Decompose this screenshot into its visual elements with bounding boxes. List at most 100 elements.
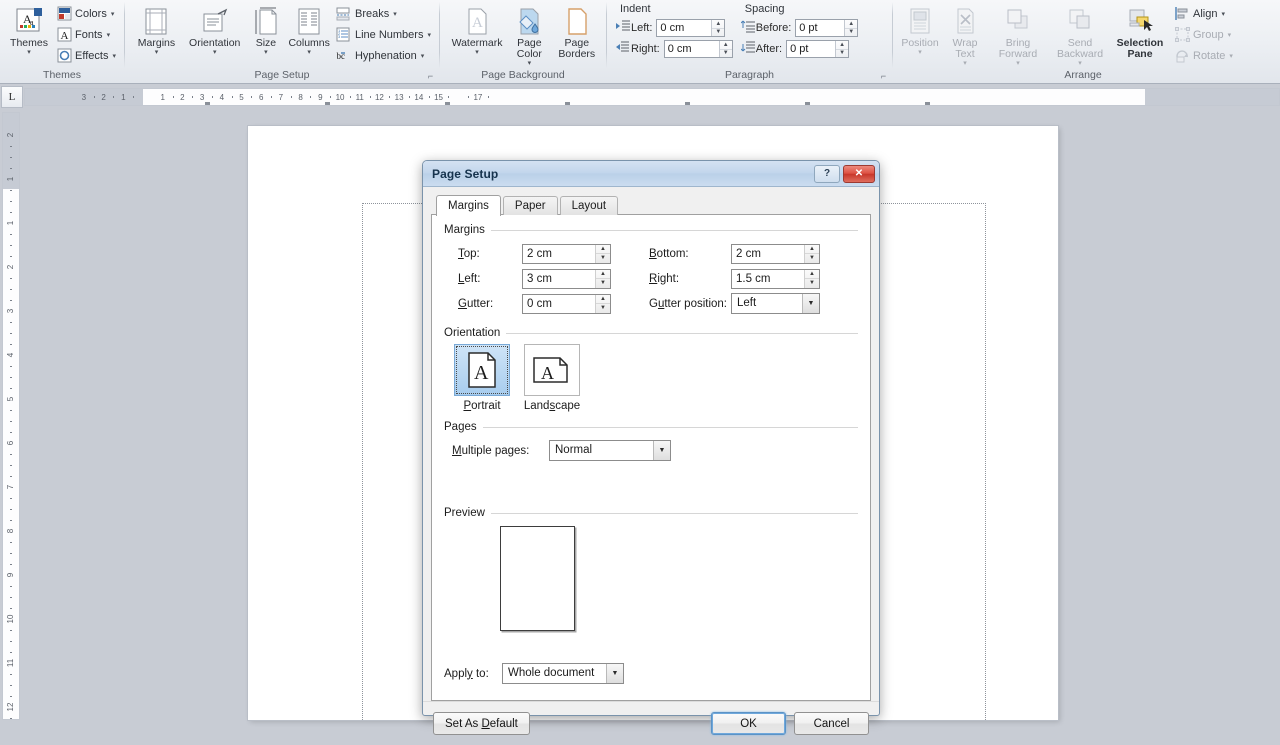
close-button[interactable]: ✕ <box>843 164 875 183</box>
chevron-down-icon[interactable]: ▾ <box>421 52 425 60</box>
indent-left-input[interactable] <box>657 20 712 36</box>
landscape-thumbnail[interactable]: A <box>524 344 580 396</box>
tab-stop-mark[interactable] <box>805 102 810 105</box>
chevron-down-icon[interactable]: ▼ <box>606 664 623 683</box>
multiple-pages-dropdown[interactable]: Normal ▼ <box>549 440 671 461</box>
top-margin-input[interactable] <box>523 244 595 263</box>
columns-button[interactable]: Columns ▾ <box>285 2 333 57</box>
theme-effects-button[interactable]: Effects ▾ <box>53 45 119 66</box>
send-backward-button[interactable]: Send Backward ▾ <box>1049 2 1111 68</box>
tab-paper[interactable]: Paper <box>502 196 558 215</box>
size-button[interactable]: Size ▾ <box>247 2 286 57</box>
chevron-down-icon[interactable]: ▾ <box>427 31 431 39</box>
spacing-after-spin-buttons[interactable]: ▲ ▼ <box>835 41 849 58</box>
position-button[interactable]: Position ▾ <box>897 2 943 57</box>
spin-up-icon[interactable]: ▲ <box>805 245 819 254</box>
right-margin-spinner[interactable]: ▲▼ <box>731 268 820 289</box>
spacing-before-spin-buttons[interactable]: ▲ ▼ <box>844 20 858 37</box>
chevron-down-icon[interactable]: ▾ <box>107 31 111 39</box>
chevron-down-icon[interactable]: ▾ <box>918 49 922 57</box>
spin-down-icon[interactable]: ▼ <box>836 50 848 58</box>
right-margin-input[interactable] <box>732 269 804 288</box>
tab-layout[interactable]: Layout <box>559 196 619 215</box>
tab-stop-mark[interactable] <box>565 102 570 105</box>
set-as-default-button[interactable]: Set As Default <box>433 712 530 735</box>
hyphenation-button[interactable]: bc Hyphenation ▾ <box>333 45 434 66</box>
themes-button[interactable]: A a Themes ▾ <box>5 2 53 57</box>
indent-left-spin-buttons[interactable]: ▲ ▼ <box>711 20 725 37</box>
chevron-down-icon[interactable]: ▾ <box>112 52 116 60</box>
bottom-margin-spinner[interactable]: ▲▼ <box>731 243 820 264</box>
chevron-down-icon[interactable]: ▾ <box>27 49 31 57</box>
chevron-down-icon[interactable]: ▾ <box>1229 52 1233 60</box>
portrait-thumbnail[interactable]: A <box>454 344 510 396</box>
left-margin-spin-buttons[interactable]: ▲ ▼ <box>595 269 610 288</box>
tab-stop-mark[interactable] <box>925 102 930 105</box>
left-margin-input[interactable] <box>523 269 595 288</box>
apply-to-dropdown[interactable]: Whole document ▼ <box>502 663 624 684</box>
chevron-down-icon[interactable]: ▾ <box>963 60 967 68</box>
tab-stop-mark[interactable] <box>685 102 690 105</box>
orientation-landscape-option[interactable]: A Landscape <box>522 344 582 412</box>
tab-stop-mark[interactable] <box>445 102 450 105</box>
horizontal-ruler[interactable]: 3 2 1 1 2 3 4 5 6 7 8 9 10 11 12 13 14 15 17 <box>24 88 1280 106</box>
spin-down-icon[interactable]: ▼ <box>805 279 819 288</box>
line-numbers-button[interactable]: 123 Line Numbers ▾ <box>333 24 434 45</box>
chevron-down-icon[interactable]: ▼ <box>802 294 819 313</box>
wrap-text-button[interactable]: Wrap Text ▾ <box>943 2 987 68</box>
spin-up-icon[interactable]: ▲ <box>712 20 725 29</box>
chevron-down-icon[interactable]: ▾ <box>1016 60 1020 68</box>
spin-up-icon[interactable]: ▲ <box>719 41 732 50</box>
chevron-down-icon[interactable]: ▾ <box>213 49 217 57</box>
vertical-ruler[interactable]: 2 1 1 2 3 4 5 6 7 8 9 10 11 12 <box>2 112 20 720</box>
indent-right-spinner[interactable]: ▲▼ <box>663 40 733 58</box>
spin-up-icon[interactable]: ▲ <box>596 270 610 279</box>
page-color-button[interactable]: Page Color ▾ <box>506 2 552 68</box>
gutter-spin-buttons[interactable]: ▲ ▼ <box>595 294 610 313</box>
top-margin-spinner[interactable]: ▲▼ <box>522 243 611 264</box>
spacing-before-input[interactable] <box>796 20 845 36</box>
page-borders-button[interactable]: Page Borders <box>553 2 601 60</box>
chevron-down-icon[interactable]: ▾ <box>475 49 479 57</box>
spin-down-icon[interactable]: ▼ <box>712 29 724 37</box>
cancel-button[interactable]: Cancel <box>794 712 869 735</box>
spacing-after-field[interactable]: After: ▲▼ <box>740 39 887 59</box>
spacing-after-spinner[interactable]: ▲▼ <box>786 40 850 58</box>
paragraph-dialog-launcher[interactable]: ⌐ <box>878 71 889 82</box>
ok-button[interactable]: OK <box>711 712 786 735</box>
align-button[interactable]: Align ▾ <box>1171 3 1236 24</box>
spin-down-icon[interactable]: ▼ <box>596 279 610 288</box>
rotate-button[interactable]: Rotate ▾ <box>1171 45 1236 66</box>
indent-right-spin-buttons[interactable]: ▲ ▼ <box>718 41 732 58</box>
tab-margins[interactable]: Margins <box>436 195 501 216</box>
indent-right-field[interactable]: Right: ▲▼ <box>616 39 741 59</box>
bottom-margin-input[interactable] <box>732 244 804 263</box>
gutter-spinner[interactable]: ▲▼ <box>522 293 611 314</box>
dialog-titlebar[interactable]: Page Setup ? ✕ <box>423 161 879 187</box>
indent-right-input[interactable] <box>664 41 719 57</box>
orientation-button[interactable]: Orientation ▾ <box>183 2 247 57</box>
top-margin-spin-buttons[interactable]: ▲ ▼ <box>595 244 610 263</box>
spin-up-icon[interactable]: ▲ <box>836 41 849 50</box>
gutter-input[interactable] <box>523 294 595 313</box>
spin-down-icon[interactable]: ▼ <box>845 29 857 37</box>
chevron-down-icon[interactable]: ▼ <box>653 441 670 460</box>
bottom-margin-spin-buttons[interactable]: ▲ ▼ <box>804 244 819 263</box>
left-margin-spinner[interactable]: ▲▼ <box>522 268 611 289</box>
spin-down-icon[interactable]: ▼ <box>720 50 732 58</box>
orientation-portrait-option[interactable]: A Portrait <box>452 344 512 412</box>
bring-forward-button[interactable]: Bring Forward ▾ <box>987 2 1049 68</box>
chevron-down-icon[interactable]: ▾ <box>155 49 159 57</box>
spin-up-icon[interactable]: ▲ <box>805 270 819 279</box>
tab-stop-mark[interactable] <box>325 102 330 105</box>
chevron-down-icon[interactable]: ▾ <box>1228 31 1232 39</box>
spacing-before-field[interactable]: Before: ▲▼ <box>740 18 887 38</box>
selection-pane-button[interactable]: Selection Pane <box>1111 2 1169 60</box>
chevron-down-icon[interactable]: ▾ <box>393 10 397 18</box>
indent-left-spinner[interactable]: ▲▼ <box>656 19 726 37</box>
help-button[interactable]: ? <box>814 164 840 183</box>
margins-button[interactable]: Margins ▾ <box>130 2 183 57</box>
tab-stop-mark[interactable] <box>205 102 210 105</box>
spacing-before-spinner[interactable]: ▲▼ <box>795 19 859 37</box>
spin-down-icon[interactable]: ▼ <box>805 254 819 263</box>
